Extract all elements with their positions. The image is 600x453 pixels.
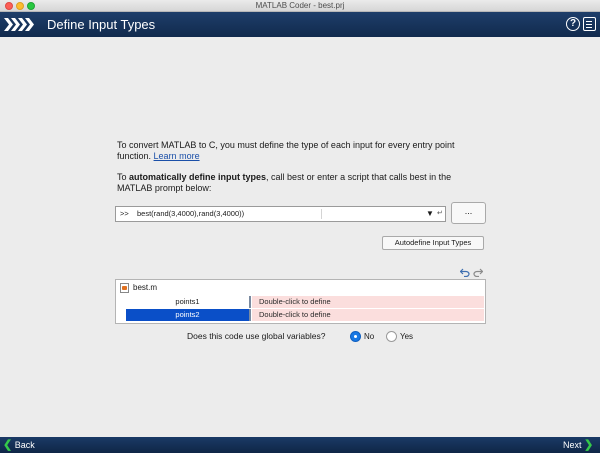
auto-bold: automatically define input types [129, 172, 267, 182]
divider [321, 209, 322, 219]
input-name[interactable]: points2 [126, 309, 249, 321]
entry-points-panel: best.m points1 Double-click to define po… [115, 279, 486, 324]
next-label: Next [563, 440, 582, 450]
input-type[interactable]: Double-click to define [252, 309, 484, 321]
column-divider [249, 309, 251, 321]
globals-no-radio[interactable] [350, 331, 361, 342]
wizard-footer: ❮ Back Next ❯ [0, 437, 600, 453]
input-row-selected[interactable]: points2 Double-click to define [126, 309, 484, 321]
input-type[interactable]: Double-click to define [252, 296, 484, 308]
redo-icon[interactable] [473, 268, 483, 277]
app-header: Define Input Types ? [0, 12, 600, 37]
back-button[interactable]: ❮ Back [3, 437, 35, 453]
command-input[interactable]: >> best(rand(3,4000),rand(3,4000)) ▼ ↵ [115, 206, 446, 222]
help-icon[interactable]: ? [566, 17, 580, 31]
column-divider [249, 296, 251, 308]
next-arrow-icon: ❯ [584, 439, 594, 451]
history-dropdown-icon[interactable]: ▼ [426, 207, 434, 221]
autodefine-input-types-button[interactable]: Autodefine Input Types [382, 236, 484, 250]
back-label: Back [14, 440, 35, 450]
prompt-symbol: >> [120, 209, 129, 218]
auto-define-instructions: To automatically define input types, cal… [117, 172, 487, 194]
intro-text: To convert MATLAB to C, you must define … [117, 140, 487, 162]
browse-script-button[interactable]: ... [451, 202, 486, 224]
entry-point-file[interactable]: best.m [133, 283, 157, 293]
back-arrow-icon: ❮ [3, 439, 13, 451]
window-titlebar: MATLAB Coder - best.prj [0, 0, 600, 12]
undo-icon[interactable] [460, 268, 470, 277]
globals-no-label[interactable]: No [364, 331, 374, 342]
globals-question: Does this code use global variables? [187, 331, 326, 341]
globals-yes-radio[interactable] [386, 331, 397, 342]
globals-yes-label[interactable]: Yes [400, 331, 413, 342]
auto-prefix: To [117, 172, 130, 182]
matlab-file-icon [120, 283, 129, 293]
window-title: MATLAB Coder - best.prj [255, 1, 345, 10]
chevrons-icon[interactable] [4, 16, 34, 33]
next-button[interactable]: Next ❯ [563, 437, 593, 453]
input-row[interactable]: points1 Double-click to define [126, 296, 484, 308]
menu-icon[interactable] [583, 17, 596, 31]
enter-icon[interactable]: ↵ [437, 207, 443, 221]
learn-more-link[interactable]: Learn more [154, 151, 200, 161]
command-value[interactable]: best(rand(3,4000),rand(3,4000)) [137, 207, 244, 221]
page-title: Define Input Types [47, 17, 156, 32]
input-name[interactable]: points1 [126, 296, 249, 308]
